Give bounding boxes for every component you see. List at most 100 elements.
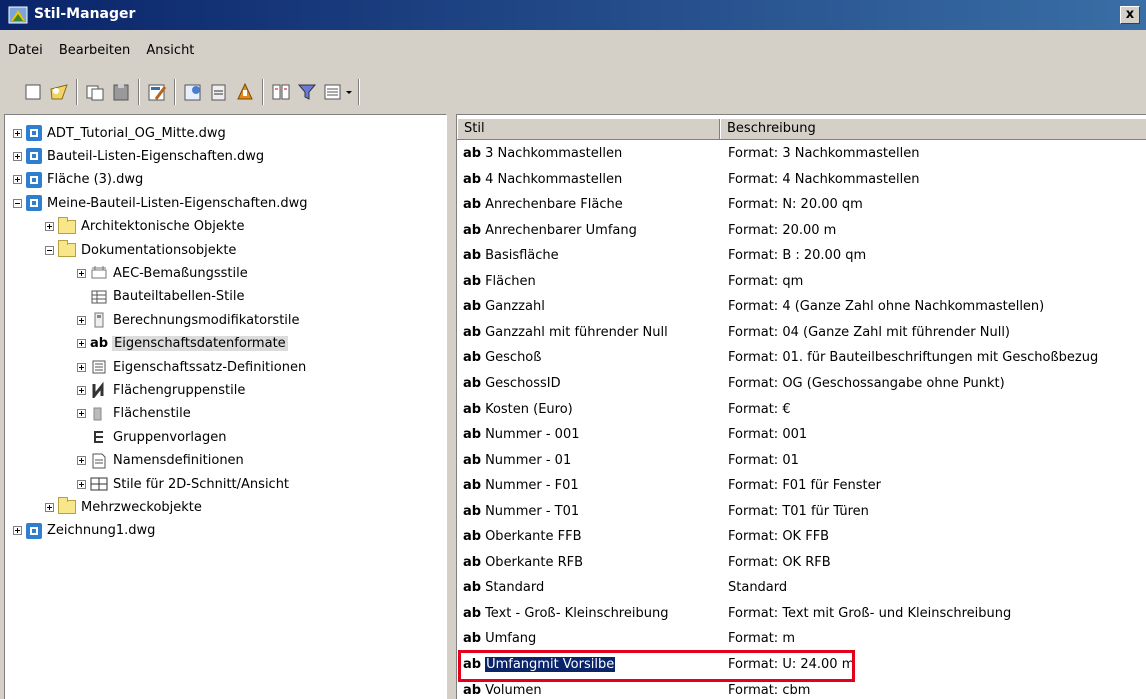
description-cell: Format: €: [728, 401, 791, 417]
table-row[interactable]: ab Nummer - 01 Format: 01: [457, 448, 1146, 473]
property-format-icon: ab: [463, 248, 482, 264]
export-icon[interactable]: [234, 81, 256, 103]
expand-icon[interactable]: [45, 222, 54, 232]
new-icon[interactable]: [22, 81, 44, 103]
table-row[interactable]: ab Standard Standard: [457, 575, 1146, 600]
table-row[interactable]: ab Nummer - F01 Format: F01 für Fenster: [457, 473, 1146, 498]
table-row[interactable]: ab Oberkante FFB Format: OK FFB: [457, 524, 1146, 549]
expand-icon[interactable]: [77, 339, 86, 349]
drawing-file-icon: [26, 171, 42, 188]
description-cell: Format: 04 (Ganze Zahl mit führender Nul…: [728, 324, 1011, 340]
filter-icon[interactable]: [296, 81, 318, 103]
expand-icon[interactable]: [77, 362, 86, 372]
style-name: Geschoß: [485, 350, 542, 366]
menu-bearbeiten[interactable]: Bearbeiten: [59, 40, 130, 62]
group-template-icon: [90, 429, 108, 445]
tree-item[interactable]: Flächengruppenstile: [77, 379, 245, 401]
expand-icon[interactable]: [77, 409, 86, 419]
tree-item[interactable]: Fläche (3).dwg: [13, 169, 143, 191]
title-bar[interactable]: Stil-Manager x: [0, 0, 1146, 30]
table-row[interactable]: ab 3 Nachkommastellen Format: 3 Nachkommas…: [457, 141, 1146, 166]
paste-icon[interactable]: [110, 81, 132, 103]
expand-icon[interactable]: [13, 128, 22, 138]
style-name: Flächen: [485, 273, 536, 289]
view-icon[interactable]: [322, 81, 344, 103]
table-row[interactable]: ab GeschossID Format: OG (Geschossangabe o…: [457, 371, 1146, 396]
property-format-icon: ab: [463, 146, 482, 161]
tree-item[interactable]: ADT_Tutorial_OG_Mitte.dwg: [13, 122, 226, 144]
tree-item[interactable]: Zeichnung1.dwg: [13, 520, 155, 542]
section-view-icon: [90, 476, 108, 492]
compare-icon[interactable]: [270, 81, 292, 103]
expand-icon[interactable]: [13, 151, 22, 161]
property-format-icon: ab: [463, 631, 482, 647]
table-row[interactable]: ab Basisfläche Format: B : 20.00 qm: [457, 243, 1146, 268]
open-icon[interactable]: [48, 81, 70, 103]
chevron-down-icon[interactable]: [344, 81, 354, 103]
expand-icon[interactable]: [77, 479, 86, 489]
tree-item[interactable]: Dokumentationsobjekte: [45, 239, 236, 261]
tree-item[interactable]: Stile für 2D-Schnitt/Ansicht: [77, 473, 289, 495]
tree-item[interactable]: ab Eigenschaftsdatenformate: [77, 333, 288, 355]
style-cell: ab Oberkante RFB: [463, 550, 583, 575]
tree-item[interactable]: Namensdefinitionen: [77, 450, 244, 472]
property-format-icon: ab: [463, 324, 482, 340]
menu-datei[interactable]: Datei: [8, 40, 43, 62]
table-row[interactable]: ab Anrechenbarer Umfang Format: 20.00 m: [457, 218, 1146, 243]
table-row[interactable]: ab Text - Groß- Kleinschreibung Format: Te…: [457, 601, 1146, 626]
column-header-stil[interactable]: Stil: [457, 119, 720, 139]
style-tree-pane[interactable]: ADT_Tutorial_OG_Mitte.dwg Bauteil-Listen-…: [4, 114, 447, 699]
style-list-pane[interactable]: Stil Beschreibung ab 3 Nachkommastellen Fo…: [456, 114, 1146, 699]
tree-item[interactable]: Architektonische Objekte: [45, 216, 244, 238]
expand-icon[interactable]: [77, 385, 86, 395]
tree-item[interactable]: Mehrzweckobjekte: [45, 496, 202, 518]
copy-icon[interactable]: [84, 81, 106, 103]
tree-item[interactable]: Bauteiltabellen-Stile: [77, 286, 244, 308]
menu-ansicht[interactable]: Ansicht: [146, 40, 194, 62]
purge-icon[interactable]: [182, 81, 204, 103]
description-cell: Format: OK FFB: [728, 529, 830, 545]
collapse-icon[interactable]: [13, 198, 22, 208]
tree-item[interactable]: Flächenstile: [77, 403, 191, 425]
style-cell: ab Ganzzahl mit führender Null: [463, 320, 668, 345]
style-cell: ab Flächen: [463, 269, 536, 294]
tree-item-label: Eigenschaftsdatenformate: [112, 336, 288, 352]
collapse-icon[interactable]: [45, 245, 54, 255]
import-icon[interactable]: [208, 81, 230, 103]
table-row[interactable]: ab Flächen Format: qm: [457, 269, 1146, 294]
table-row[interactable]: ab 4 Nachkommastellen Format: 4 Nachkommas…: [457, 167, 1146, 192]
expand-icon[interactable]: [77, 268, 86, 278]
table-row[interactable]: ab Kosten (Euro) Format: €: [457, 397, 1146, 422]
tree-item[interactable]: AEC-Bemaßungsstile: [77, 262, 248, 284]
description-cell: Format: 4 Nachkommastellen: [728, 171, 920, 187]
table-row[interactable]: ab Umfang Format: m: [457, 626, 1146, 651]
close-button[interactable]: x: [1120, 6, 1140, 24]
edit-icon[interactable]: [146, 81, 168, 103]
column-header-beschreibung[interactable]: Beschreibung: [720, 119, 1146, 139]
style-name: Umfang: [485, 631, 537, 647]
table-row[interactable]: ab Oberkante RFB Format: OK RFB: [457, 550, 1146, 575]
tree-item-label: Dokumentationsobjekte: [81, 242, 237, 258]
expand-icon[interactable]: [13, 526, 22, 536]
table-row[interactable]: ab Geschoß Format: 01. für Bauteilbeschrif…: [457, 345, 1146, 370]
style-cell: ab Geschoß: [463, 345, 541, 370]
table-row[interactable]: ab Anrechenbare Fläche Format: N: 20.00 qm: [457, 192, 1146, 217]
property-format-icon: ab: [463, 171, 482, 187]
expand-icon[interactable]: [77, 315, 86, 325]
table-row[interactable]: ab Nummer - 001 Format: 001: [457, 422, 1146, 447]
table-row[interactable]: ab Nummer - T01 Format: T01 für Türen: [457, 499, 1146, 524]
style-name: Basisfläche: [485, 248, 559, 264]
expand-icon[interactable]: [77, 456, 86, 466]
tree-item[interactable]: Eigenschaftssatz-Definitionen: [77, 356, 306, 378]
style-name: 4 Nachkommastellen: [485, 171, 623, 187]
table-row[interactable]: ab Ganzzahl mit führender Null Format: 04 …: [457, 320, 1146, 345]
tree-item[interactable]: Bauteil-Listen-Eigenschaften.dwg: [13, 145, 264, 167]
tree-item[interactable]: Meine-Bauteil-Listen-Eigenschaften.dwg: [13, 192, 307, 214]
expand-icon[interactable]: [13, 175, 22, 185]
tree-item[interactable]: Berechnungsmodifikatorstile: [77, 309, 300, 331]
table-row[interactable]: ab Ganzzahl Format: 4 (Ganze Zahl ohne Nac…: [457, 294, 1146, 319]
expand-icon[interactable]: [45, 502, 54, 512]
tree-item[interactable]: Gruppenvorlagen: [77, 426, 226, 448]
style-name: 3 Nachkommastellen: [485, 146, 623, 161]
folder-icon: [58, 497, 76, 515]
